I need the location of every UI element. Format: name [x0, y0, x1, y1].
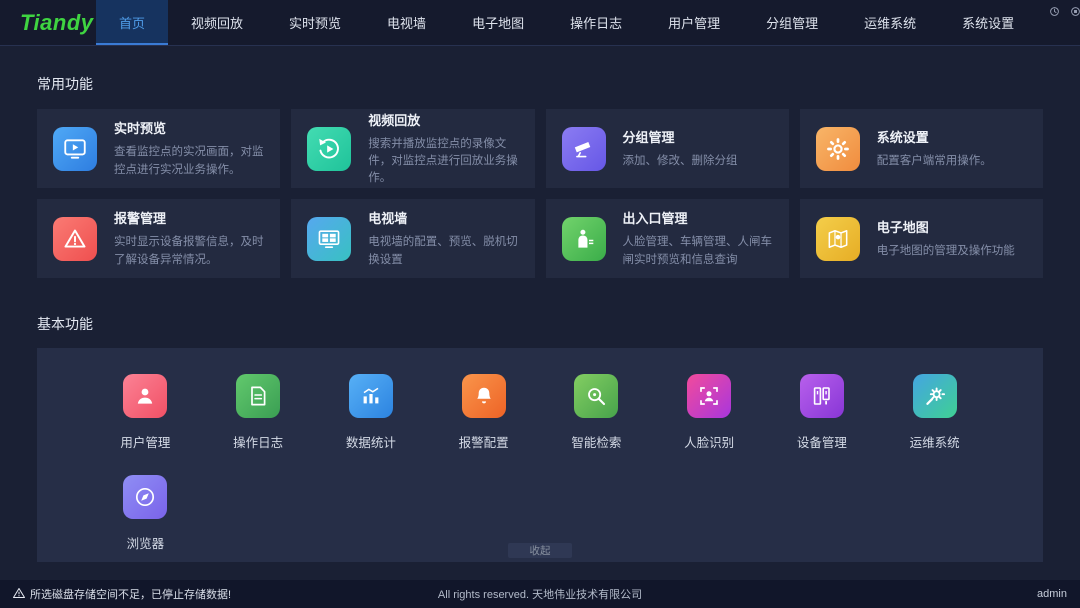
basic-apps-grid: 用户管理 操作日志 数据统计 报警配置 智能检索 人脸识别 设备管理 运维系统浏览器: [89, 374, 991, 552]
basic-functions-panel: 用户管理 操作日志 数据统计 报警配置 智能检索 人脸识别 设备管理 运维系统浏览器 收起: [37, 348, 1043, 562]
tab-operation-log[interactable]: 操作日志: [547, 0, 645, 45]
card-group-management[interactable]: 分组管理添加、修改、删除分组: [546, 109, 789, 188]
status-bar: 所选磁盘存储空间不足，已停止存储数据! All rights reserved.…: [0, 580, 1080, 608]
card-description: 电视墙的配置、预览、脱机切换设置: [368, 234, 518, 269]
card-title: 电子地图: [877, 217, 1015, 236]
app-label: 设备管理: [797, 432, 847, 451]
card-alarm-management[interactable]: 报警管理实时显示设备报警信息，及时了解设备异常情况。: [37, 199, 280, 278]
card-entrance-management[interactable]: 出入口管理人脸管理、车辆管理、人闸车闸实时预览和信息查询: [546, 199, 789, 278]
window-controls: 14:31:32: [1037, 0, 1080, 45]
user-icon: [123, 374, 167, 418]
card-e-map[interactable]: 电子地图电子地图的管理及操作功能: [800, 199, 1043, 278]
common-functions-grid: 实时预览查看监控点的实况画面，对监控点进行实况业务操作。 视频回放搜索并播放监控点…: [37, 109, 1043, 278]
warning-triangle-icon: [53, 217, 97, 261]
storage-warning: 所选磁盘存储空间不足，已停止存储数据!: [13, 586, 231, 602]
card-text: 报警管理实时显示设备报警信息，及时了解设备异常情况。: [114, 208, 264, 269]
nav-tabs: 首页视频回放实时预览电视墙电子地图操作日志用户管理分组管理运维系统系统设置: [96, 0, 1037, 45]
card-text: 系统设置配置客户端常用操作。: [877, 127, 992, 170]
lock-screen-icon[interactable]: [1070, 6, 1080, 17]
brand-logo: Tiandy: [0, 0, 96, 45]
card-title: 系统设置: [877, 127, 992, 146]
card-text: 电视墙电视墙的配置、预览、脱机切换设置: [368, 208, 518, 269]
basic-functions-title: 基本功能: [37, 314, 1043, 334]
tab-ops-system[interactable]: 运维系统: [841, 0, 939, 45]
app-data-statistics[interactable]: 数据统计: [323, 374, 419, 451]
app-label: 报警配置: [459, 432, 509, 451]
card-description: 配置客户端常用操作。: [877, 153, 992, 170]
log-doc-icon: [236, 374, 280, 418]
warning-icon: [13, 587, 25, 602]
main-content: 常用功能 实时预览查看监控点的实况画面，对监控点进行实况业务操作。 视频回放搜索并…: [0, 74, 1080, 562]
stats-icon: [349, 374, 393, 418]
smart-search-icon: [574, 374, 618, 418]
card-description: 查看监控点的实况画面，对监控点进行实况业务操作。: [114, 144, 264, 179]
app-browser[interactable]: 浏览器: [97, 475, 193, 552]
tab-live-preview[interactable]: 实时预览: [266, 0, 364, 45]
ptz-camera-icon: [562, 127, 606, 171]
card-text: 实时预览查看监控点的实况画面，对监控点进行实况业务操作。: [114, 118, 264, 179]
storage-warning-text: 所选磁盘存储空间不足，已停止存储数据!: [30, 586, 231, 602]
card-text: 出入口管理人脸管理、车辆管理、人闸车闸实时预览和信息查询: [623, 208, 773, 269]
map-pin-icon: [816, 217, 860, 261]
app-face-recognition[interactable]: 人脸识别: [661, 374, 757, 451]
tab-video-playback[interactable]: 视频回放: [168, 0, 266, 45]
title-bar: Tiandy 首页视频回放实时预览电视墙电子地图操作日志用户管理分组管理运维系统…: [0, 0, 1080, 46]
app-label: 用户管理: [120, 432, 170, 451]
card-tv-wall[interactable]: 电视墙电视墙的配置、预览、脱机切换设置: [291, 199, 534, 278]
monitor-play-icon: [53, 127, 97, 171]
card-system-settings[interactable]: 系统设置配置客户端常用操作。: [800, 109, 1043, 188]
card-title: 电视墙: [368, 208, 518, 227]
app-label: 运维系统: [910, 432, 960, 451]
app-label: 智能检索: [571, 432, 621, 451]
copyright-text: All rights reserved. 天地伟业技术有限公司: [438, 586, 642, 602]
app-label: 操作日志: [233, 432, 283, 451]
replay-icon: [307, 127, 351, 171]
card-description: 实时显示设备报警信息，及时了解设备异常情况。: [114, 234, 264, 269]
card-video-playback[interactable]: 视频回放搜索并播放监控点的录像文件，对监控点进行回放业务操作。: [291, 109, 534, 188]
card-title: 报警管理: [114, 208, 264, 227]
app-operation-log[interactable]: 操作日志: [210, 374, 306, 451]
tab-e-map[interactable]: 电子地图: [449, 0, 547, 45]
tab-system-settings[interactable]: 系统设置: [939, 0, 1037, 45]
card-text: 分组管理添加、修改、删除分组: [623, 127, 738, 170]
gate-icon: [562, 217, 606, 261]
gear-icon: [816, 127, 860, 171]
app-ops-system[interactable]: 运维系统: [887, 374, 983, 451]
app-alarm-config[interactable]: 报警配置: [436, 374, 532, 451]
card-description: 人脸管理、车辆管理、人闸车闸实时预览和信息查询: [623, 234, 773, 269]
tab-group-management[interactable]: 分组管理: [743, 0, 841, 45]
face-id-icon: [687, 374, 731, 418]
card-title: 分组管理: [623, 127, 738, 146]
app-label: 人脸识别: [684, 432, 734, 451]
logged-in-user: admin: [1037, 588, 1067, 600]
card-title: 实时预览: [114, 118, 264, 137]
app-device-management[interactable]: 设备管理: [774, 374, 870, 451]
card-text: 电子地图电子地图的管理及操作功能: [877, 217, 1015, 260]
card-text: 视频回放搜索并播放监控点的录像文件，对监控点进行回放业务操作。: [368, 110, 518, 188]
card-live-preview[interactable]: 实时预览查看监控点的实况画面，对监控点进行实况业务操作。: [37, 109, 280, 188]
ops-gear-wrench-icon: [913, 374, 957, 418]
app-user-management[interactable]: 用户管理: [97, 374, 193, 451]
app-label: 浏览器: [127, 533, 165, 552]
clock-icon[interactable]: [1049, 6, 1060, 17]
tab-home[interactable]: 首页: [96, 0, 168, 45]
compass-icon: [123, 475, 167, 519]
card-title: 出入口管理: [623, 208, 773, 227]
common-functions-title: 常用功能: [37, 74, 1043, 94]
devices-icon: [800, 374, 844, 418]
card-title: 视频回放: [368, 110, 518, 129]
app-smart-search[interactable]: 智能检索: [548, 374, 644, 451]
card-description: 电子地图的管理及操作功能: [877, 243, 1015, 260]
card-description: 添加、修改、删除分组: [623, 153, 738, 170]
card-description: 搜索并播放监控点的录像文件，对监控点进行回放业务操作。: [368, 136, 518, 188]
app-label: 数据统计: [346, 432, 396, 451]
tab-user-management[interactable]: 用户管理: [645, 0, 743, 45]
collapse-button[interactable]: 收起: [508, 543, 572, 558]
tab-tv-wall[interactable]: 电视墙: [364, 0, 449, 45]
tv-wall-icon: [307, 217, 351, 261]
bell-icon: [462, 374, 506, 418]
